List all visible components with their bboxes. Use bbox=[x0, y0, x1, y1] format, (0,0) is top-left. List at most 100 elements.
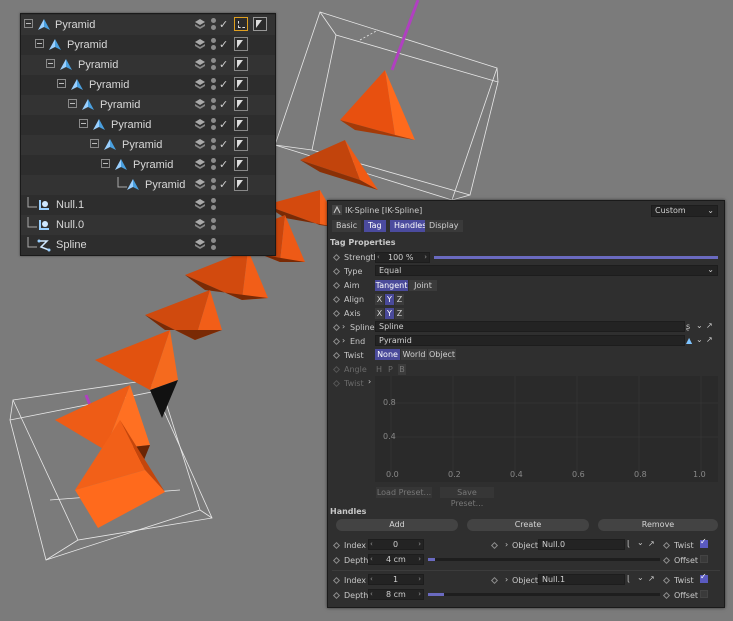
arrow-left-icon[interactable]: ‹ bbox=[370, 575, 373, 584]
om-row-pyramid-3[interactable]: Pyramid ✓ bbox=[21, 55, 275, 75]
strength-field[interactable]: ‹ 100 % › bbox=[375, 252, 430, 263]
enabled-check-icon[interactable]: ✓ bbox=[219, 38, 228, 51]
om-row-null-0[interactable]: Null.0 bbox=[21, 215, 275, 235]
visibility-dots[interactable] bbox=[211, 118, 217, 132]
phong-tag-icon[interactable] bbox=[234, 157, 248, 171]
chevron-down-icon[interactable]: ⌄ bbox=[637, 573, 644, 582]
collapse-icon[interactable] bbox=[57, 79, 66, 88]
visibility-dots[interactable] bbox=[211, 158, 217, 172]
arrow-left-icon[interactable]: ‹ bbox=[370, 555, 373, 564]
keyframe-diamond-icon[interactable] bbox=[332, 309, 341, 318]
layer-icon[interactable] bbox=[194, 38, 206, 50]
keyframe-diamond-icon[interactable] bbox=[332, 295, 341, 304]
keyframe-diamond-icon[interactable] bbox=[490, 576, 499, 585]
phong-tag-icon[interactable] bbox=[234, 97, 248, 111]
visibility-dots[interactable] bbox=[211, 138, 217, 152]
om-row-pyramid-8[interactable]: Pyramid ✓ bbox=[21, 155, 275, 175]
twist-none-button[interactable]: None bbox=[375, 349, 400, 360]
om-row-pyramid-6[interactable]: Pyramid ✓ bbox=[21, 115, 275, 135]
keyframe-diamond-icon[interactable] bbox=[662, 556, 671, 565]
tab-basic[interactable]: Basic bbox=[332, 220, 362, 232]
keyframe-diamond-icon[interactable] bbox=[662, 591, 671, 600]
enabled-check-icon[interactable]: ✓ bbox=[219, 98, 228, 111]
pick-arrow-icon[interactable]: ↗ bbox=[706, 321, 713, 330]
enabled-check-icon[interactable]: ✓ bbox=[219, 138, 228, 151]
om-row-pyramid-4[interactable]: Pyramid ✓ bbox=[21, 75, 275, 95]
keyframe-diamond-icon[interactable] bbox=[332, 576, 341, 585]
twist-checkbox[interactable] bbox=[700, 537, 708, 548]
enabled-check-icon[interactable]: ✓ bbox=[219, 178, 228, 191]
expand-arrow-icon[interactable]: › bbox=[342, 322, 345, 331]
collapse-icon[interactable] bbox=[24, 19, 33, 28]
align-x-button[interactable]: X bbox=[375, 294, 384, 305]
arrow-left-icon[interactable]: ‹ bbox=[370, 540, 373, 549]
enabled-check-icon[interactable]: ✓ bbox=[219, 58, 228, 71]
phong-tag-icon[interactable] bbox=[253, 17, 267, 31]
keyframe-diamond-icon[interactable] bbox=[332, 323, 341, 332]
save-preset-button[interactable]: Save Preset... bbox=[440, 487, 494, 508]
layer-icon[interactable] bbox=[194, 238, 206, 250]
depth-slider[interactable] bbox=[428, 558, 660, 561]
visibility-dots[interactable] bbox=[211, 78, 217, 92]
keyframe-diamond-icon[interactable] bbox=[332, 267, 341, 276]
om-row-spline[interactable]: Spline bbox=[21, 235, 275, 255]
enabled-check-icon[interactable]: ✓ bbox=[219, 118, 228, 131]
chevron-down-icon[interactable]: ⌄ bbox=[637, 538, 644, 547]
collapse-icon[interactable] bbox=[90, 139, 99, 148]
add-handle-button[interactable]: Add bbox=[336, 519, 458, 531]
twist-world-button[interactable]: World bbox=[401, 349, 427, 360]
om-row-pyramid-1[interactable]: Pyramid ✓ bbox=[21, 15, 275, 35]
pick-arrow-icon[interactable]: ↗ bbox=[706, 335, 713, 344]
align-y-button[interactable]: Y bbox=[385, 294, 394, 305]
offset-checkbox[interactable] bbox=[700, 555, 708, 563]
pick-arrow-icon[interactable]: ↗ bbox=[648, 574, 655, 583]
phong-tag-icon[interactable] bbox=[234, 57, 248, 71]
layer-icon[interactable] bbox=[194, 58, 206, 70]
arrow-right-icon[interactable]: › bbox=[418, 590, 421, 599]
chevron-down-icon[interactable]: ⌄ bbox=[696, 335, 703, 344]
phong-tag-icon[interactable] bbox=[234, 77, 248, 91]
pick-arrow-icon[interactable]: ↗ bbox=[648, 539, 655, 548]
expand-arrow-icon[interactable]: › bbox=[505, 575, 508, 584]
collapse-icon[interactable] bbox=[46, 59, 55, 68]
offset-checkbox[interactable] bbox=[700, 590, 708, 598]
visibility-dots[interactable] bbox=[211, 18, 217, 32]
visibility-dots[interactable] bbox=[211, 198, 217, 212]
layer-icon[interactable] bbox=[194, 98, 206, 110]
expand-arrow-icon[interactable]: › bbox=[505, 540, 508, 549]
type-dropdown[interactable]: Equal ⌄ bbox=[375, 265, 718, 276]
index-field[interactable]: ‹ 1 › bbox=[368, 574, 424, 585]
keyframe-diamond-icon[interactable] bbox=[332, 337, 341, 346]
depth-field[interactable]: ‹ 8 cm › bbox=[368, 589, 424, 600]
keyframe-diamond-icon[interactable] bbox=[332, 591, 341, 600]
visibility-dots[interactable] bbox=[211, 38, 217, 52]
layer-icon[interactable] bbox=[194, 78, 206, 90]
tab-tag[interactable]: Tag bbox=[364, 220, 386, 232]
keyframe-diamond-icon[interactable] bbox=[332, 541, 341, 550]
om-row-null-1[interactable]: Null.1 bbox=[21, 195, 275, 215]
keyframe-diamond-icon[interactable] bbox=[332, 253, 341, 262]
arrow-left-icon[interactable]: ‹ bbox=[377, 253, 380, 262]
axis-x-button[interactable]: X bbox=[375, 308, 384, 319]
phong-tag-icon[interactable] bbox=[234, 137, 248, 151]
mode-dropdown[interactable]: Custom ⌄ bbox=[651, 205, 718, 217]
twist-checkbox[interactable] bbox=[700, 572, 708, 583]
arrow-left-icon[interactable]: ‹ bbox=[370, 590, 373, 599]
keyframe-diamond-icon[interactable] bbox=[332, 351, 341, 360]
visibility-dots[interactable] bbox=[211, 178, 217, 192]
collapse-icon[interactable] bbox=[101, 159, 110, 168]
remove-handle-button[interactable]: Remove bbox=[598, 519, 718, 531]
om-row-pyramid-2[interactable]: Pyramid ✓ bbox=[21, 35, 275, 55]
keyframe-diamond-icon[interactable] bbox=[490, 541, 499, 550]
depth-field[interactable]: ‹ 4 cm › bbox=[368, 554, 424, 565]
enabled-check-icon[interactable]: ✓ bbox=[219, 78, 228, 91]
visibility-dots[interactable] bbox=[211, 98, 217, 112]
depth-slider[interactable] bbox=[428, 593, 660, 596]
object-link-field[interactable]: Null.1 bbox=[538, 574, 625, 585]
axis-z-button[interactable]: Z bbox=[395, 308, 404, 319]
tab-display[interactable]: Display bbox=[425, 220, 463, 232]
keyframe-diamond-icon[interactable] bbox=[332, 281, 341, 290]
visibility-dots[interactable] bbox=[211, 238, 217, 252]
load-preset-button[interactable]: Load Preset... bbox=[376, 487, 432, 498]
layer-icon[interactable] bbox=[194, 18, 206, 30]
